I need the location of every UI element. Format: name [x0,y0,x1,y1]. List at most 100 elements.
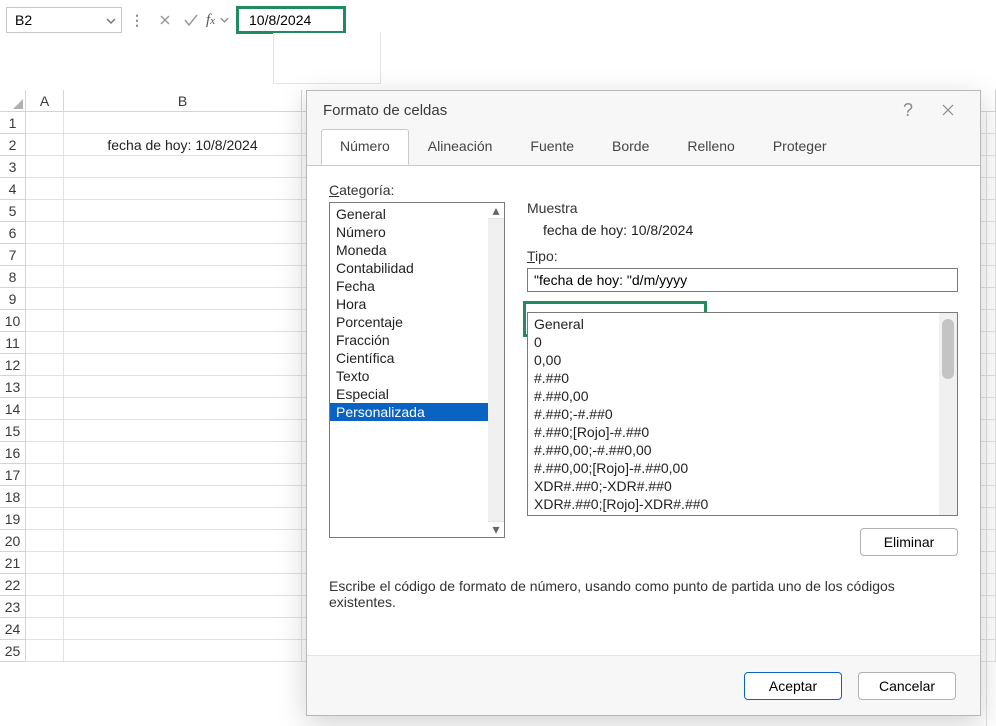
type-item[interactable]: #.##0,00;-#.##0,00 [528,441,957,459]
category-item[interactable]: Texto [330,367,504,385]
cell[interactable] [64,310,302,332]
cell[interactable] [64,442,302,464]
insert-function-button[interactable]: fx [204,8,230,32]
category-item[interactable]: Especial [330,385,504,403]
type-item[interactable]: XDR#.##0;-XDR#.##0 [528,477,957,495]
cell[interactable] [64,420,302,442]
category-item[interactable]: Contabilidad [330,259,504,277]
row-header[interactable]: 4 [0,178,26,200]
row-header[interactable]: 7 [0,244,26,266]
cell[interactable] [64,376,302,398]
cancelar-button[interactable]: Cancelar [858,672,956,700]
cell[interactable] [26,530,64,552]
cell[interactable] [26,464,64,486]
scroll-up-icon[interactable]: ▴ [488,203,504,219]
type-item[interactable]: #.##0;[Rojo]-#.##0 [528,423,957,441]
type-format-list[interactable]: General00,00#.##0#.##0,00#.##0;-#.##0#.#… [527,312,958,516]
row-header[interactable]: 13 [0,376,26,398]
cell[interactable] [64,398,302,420]
cell[interactable] [26,442,64,464]
name-box[interactable] [6,7,122,33]
formula-input[interactable] [236,6,346,34]
cell[interactable] [64,332,302,354]
type-item[interactable]: #.##0,00;[Rojo]-#.##0,00 [528,459,957,477]
dialog-tab[interactable]: Número [321,129,409,165]
row-header[interactable]: 3 [0,156,26,178]
dialog-tab[interactable]: Borde [593,129,668,165]
cell[interactable] [26,508,64,530]
cell-b2[interactable]: fecha de hoy: 10/8/2024 [64,134,302,156]
cell[interactable] [64,464,302,486]
row-header[interactable]: 15 [0,420,26,442]
row-header[interactable]: 8 [0,266,26,288]
cell[interactable] [64,244,302,266]
row-header[interactable]: 18 [0,486,26,508]
row-header[interactable]: 9 [0,288,26,310]
cell[interactable] [26,200,64,222]
cell[interactable] [64,486,302,508]
row-header[interactable]: 25 [0,640,26,662]
type-item[interactable]: XDR#.##0;[Rojo]-XDR#.##0 [528,495,957,513]
cell[interactable] [64,596,302,618]
dialog-tab[interactable]: Alineación [409,129,512,165]
type-item[interactable]: General [528,315,957,333]
row-header[interactable]: 1 [0,112,26,134]
row-header[interactable]: 14 [0,398,26,420]
cell[interactable] [64,156,302,178]
row-header[interactable]: 20 [0,530,26,552]
cell[interactable] [64,288,302,310]
cell[interactable] [64,530,302,552]
cell[interactable] [64,112,302,134]
cell[interactable] [26,156,64,178]
category-item[interactable]: Porcentaje [330,313,504,331]
cell[interactable] [26,618,64,640]
type-item[interactable]: #.##0;-#.##0 [528,405,957,423]
enter-formula-button[interactable] [178,8,204,32]
cell[interactable] [26,398,64,420]
row-header[interactable]: 6 [0,222,26,244]
cell[interactable] [26,310,64,332]
type-item[interactable]: 0,00 [528,351,957,369]
cell[interactable] [26,134,64,156]
cell[interactable] [26,420,64,442]
cell[interactable] [26,288,64,310]
type-item[interactable]: 0 [528,333,957,351]
cell[interactable] [26,354,64,376]
row-header[interactable]: 24 [0,618,26,640]
category-item[interactable]: Científica [330,349,504,367]
scroll-thumb[interactable] [942,319,954,379]
row-header[interactable]: 5 [0,200,26,222]
tipo-input[interactable] [527,268,958,292]
category-item[interactable]: Personalizada [330,403,504,421]
type-item[interactable]: #.##0,00 [528,387,957,405]
cell-reference-input[interactable] [7,8,121,32]
category-list[interactable]: GeneralNúmeroMonedaContabilidadFechaHora… [329,202,505,538]
category-scrollbar[interactable]: ▴ ▾ [488,203,504,537]
dialog-tab[interactable]: Relleno [668,129,753,165]
category-item[interactable]: General [330,205,504,223]
category-item[interactable]: Moneda [330,241,504,259]
select-all-corner[interactable] [0,90,26,112]
close-button[interactable] [928,95,968,125]
cell[interactable] [26,376,64,398]
type-item[interactable]: XDR#.##0,00;-XDR#.##0,00 [528,513,957,516]
cell[interactable] [26,552,64,574]
row-header[interactable]: 16 [0,442,26,464]
row-header[interactable]: 2 [0,134,26,156]
dialog-tab[interactable]: Proteger [754,129,846,165]
scroll-down-icon[interactable]: ▾ [488,521,504,537]
category-item[interactable]: Hora [330,295,504,313]
cancel-formula-button[interactable] [152,8,178,32]
cell[interactable] [26,178,64,200]
cell[interactable] [64,266,302,288]
cell[interactable] [26,486,64,508]
row-header[interactable]: 23 [0,596,26,618]
cell[interactable] [64,618,302,640]
type-scrollbar[interactable] [939,313,957,515]
category-item[interactable]: Fecha [330,277,504,295]
row-header[interactable]: 12 [0,354,26,376]
cell[interactable] [64,222,302,244]
row-header[interactable]: 17 [0,464,26,486]
cell[interactable] [26,112,64,134]
help-button[interactable]: ? [888,95,928,125]
